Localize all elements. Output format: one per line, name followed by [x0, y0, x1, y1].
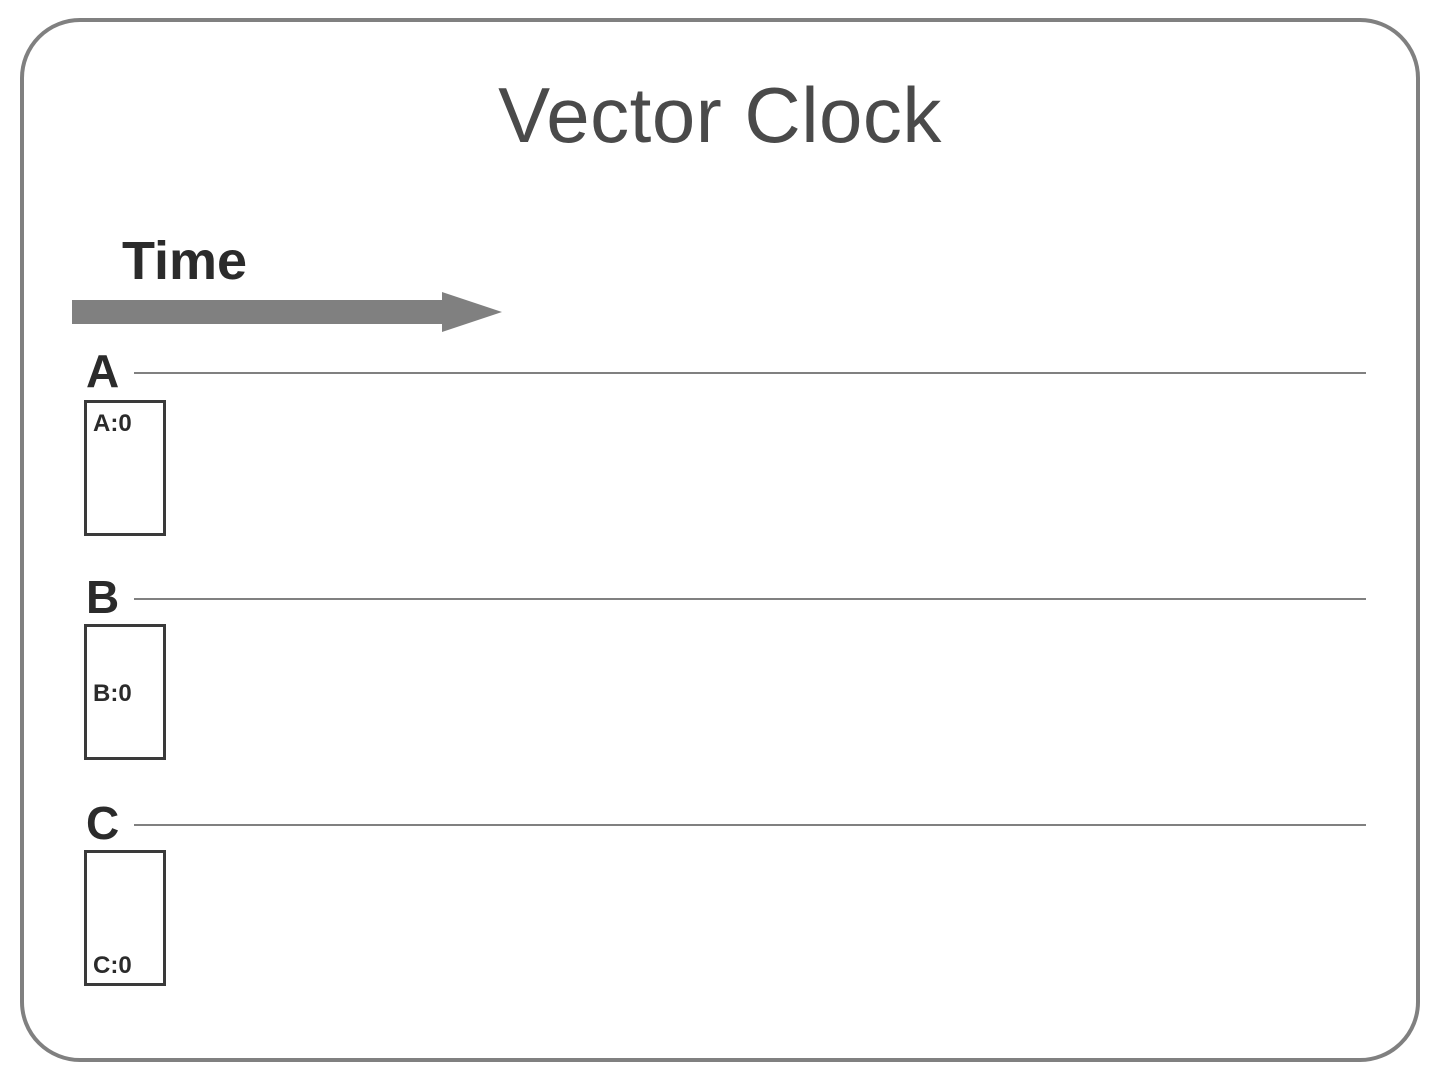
time-arrow-icon [72, 292, 502, 332]
time-label: Time [122, 230, 247, 292]
clock-entry-a-a: A:0 [93, 407, 157, 441]
clock-entry-c-c: C:0 [93, 949, 157, 983]
process-c-timeline [134, 824, 1366, 826]
clock-entry-b-b: B:0 [93, 677, 157, 711]
page-title: Vector Clock [24, 70, 1416, 161]
process-a-timeline [134, 372, 1366, 374]
process-a-clockbox: A:0 [84, 400, 166, 536]
diagram-frame: Vector Clock Time A A:0 B B:0 C C:0 [20, 18, 1420, 1062]
process-b-label: B [86, 570, 119, 624]
process-a-label: A [86, 344, 119, 398]
process-c-label: C [86, 796, 119, 850]
process-c-clockbox: C:0 [84, 850, 166, 986]
process-b-timeline [134, 598, 1366, 600]
process-b-clockbox: B:0 [84, 624, 166, 760]
